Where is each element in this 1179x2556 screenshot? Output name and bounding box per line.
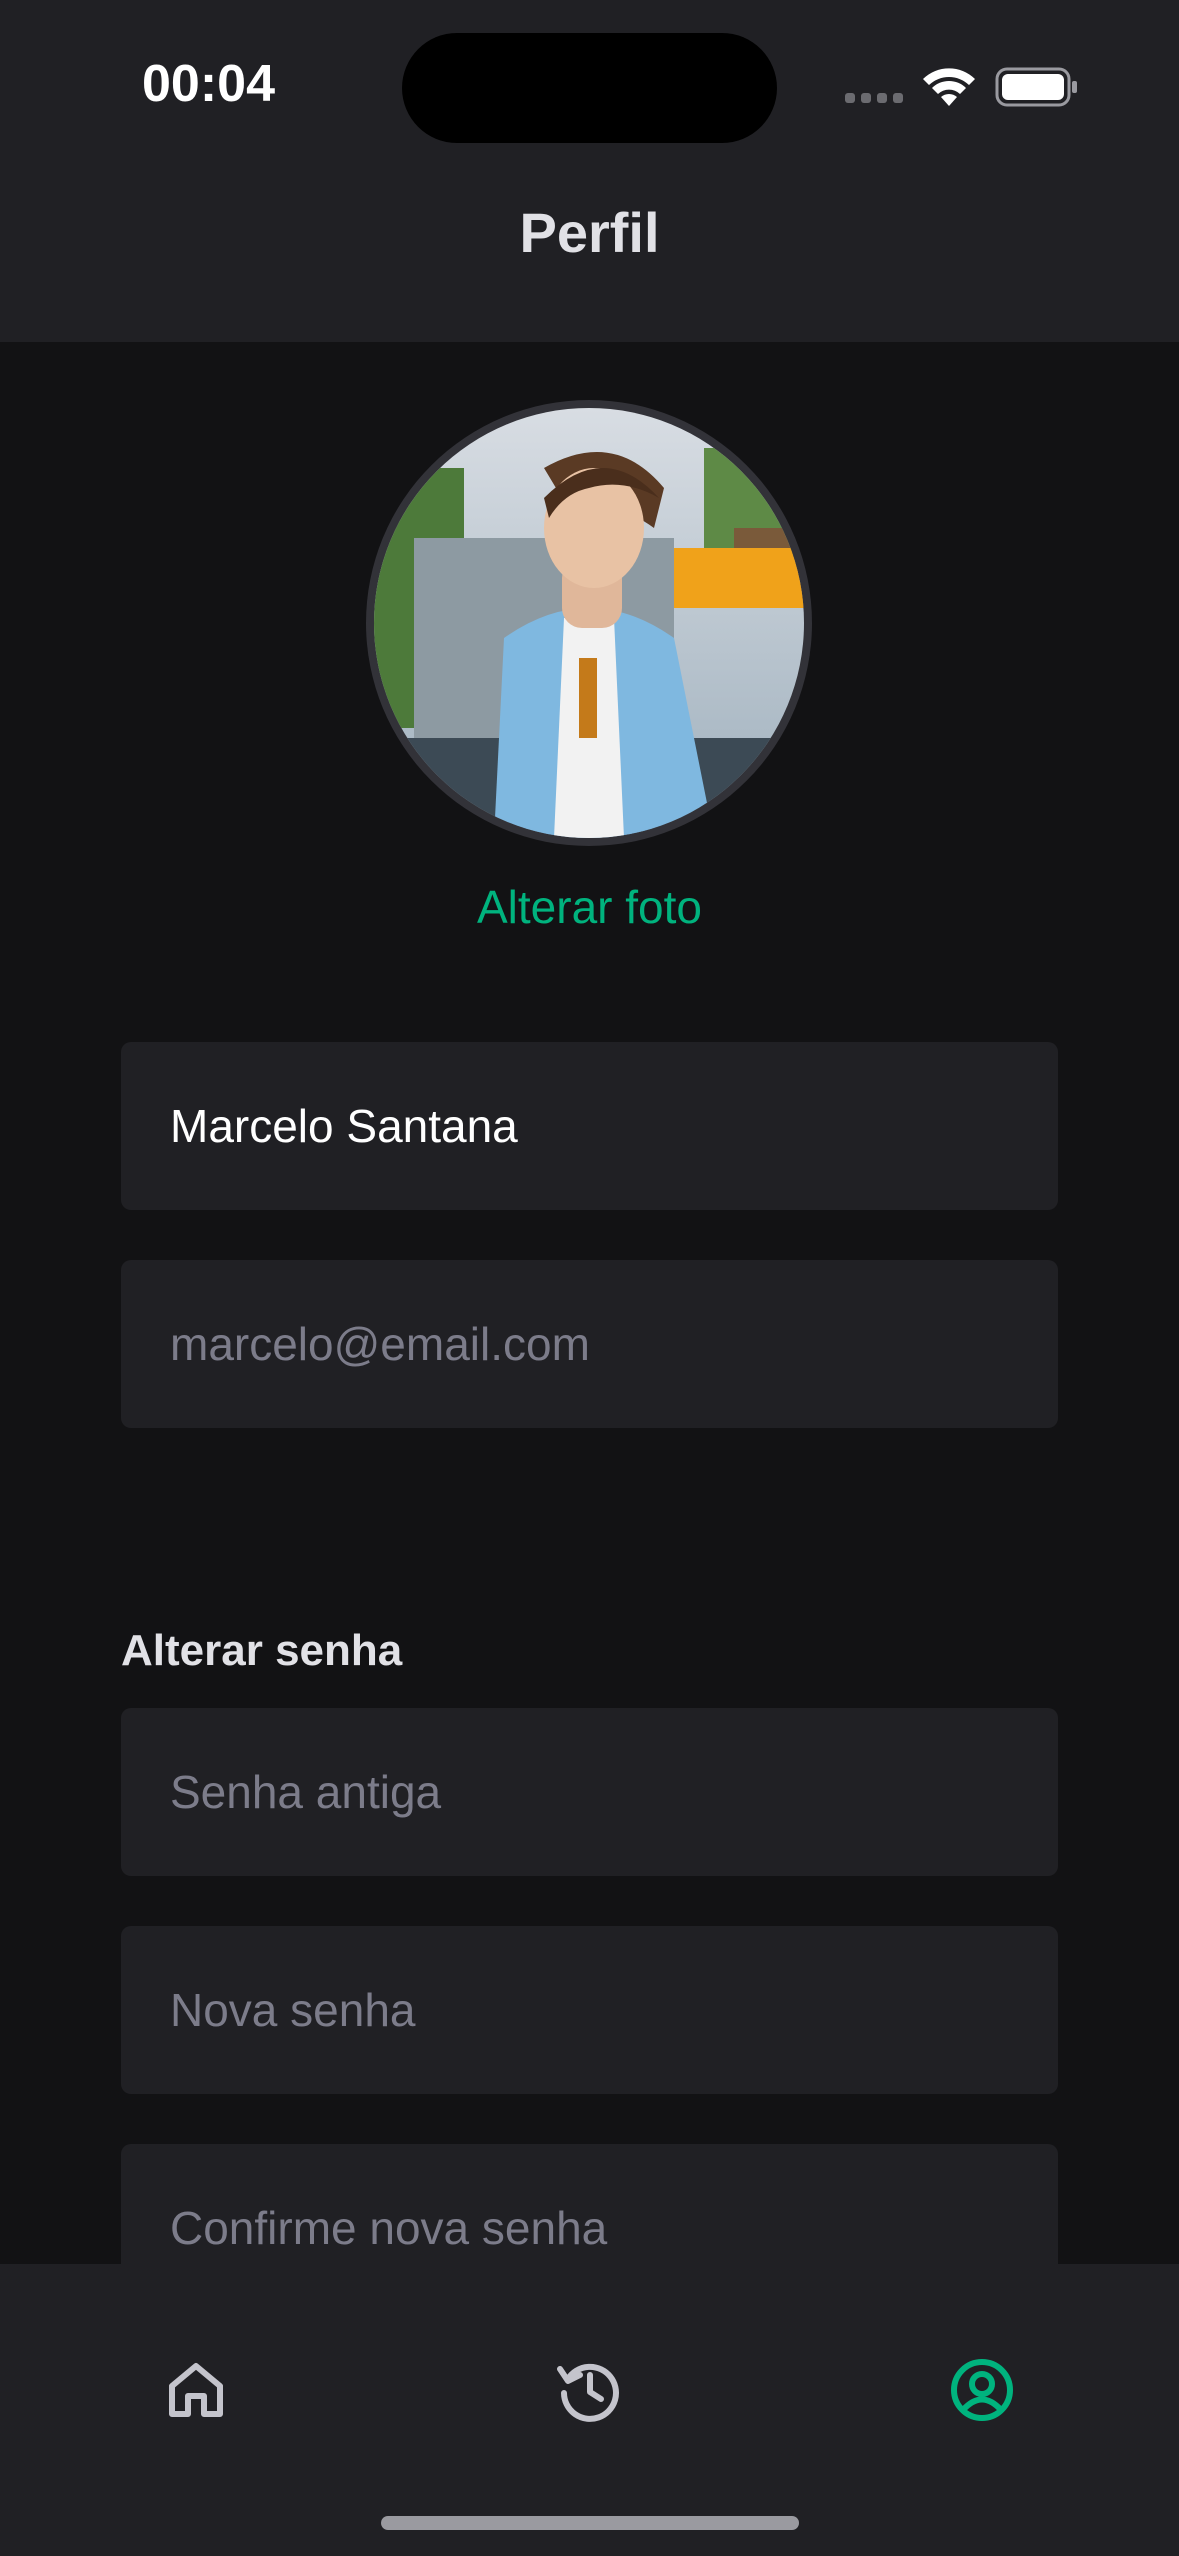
user-circle-icon	[951, 2359, 1013, 2421]
page-title: Perfil	[519, 201, 660, 264]
name-field[interactable]: Marcelo Santana	[121, 1042, 1058, 1210]
tab-history[interactable]	[549, 2350, 629, 2430]
old-password-field[interactable]: Senha antiga	[121, 1708, 1058, 1876]
home-indicator[interactable]	[381, 2516, 799, 2530]
name-field-value: Marcelo Santana	[170, 1100, 518, 1152]
dynamic-island	[402, 33, 777, 143]
status-time: 00:04	[142, 55, 275, 113]
new-password-field[interactable]: Nova senha	[121, 1926, 1058, 2094]
old-password-placeholder: Senha antiga	[170, 1766, 442, 1818]
wifi-icon	[923, 68, 975, 106]
history-icon	[557, 2363, 619, 2422]
email-field[interactable]: marcelo@email.com	[121, 1260, 1058, 1428]
new-password-placeholder: Nova senha	[170, 1984, 416, 2036]
profile-photo	[374, 408, 804, 838]
battery-icon	[995, 67, 1077, 107]
confirm-password-placeholder: Confirme nova senha	[170, 2202, 608, 2254]
tab-profile[interactable]	[942, 2350, 1022, 2430]
home-icon	[169, 2363, 223, 2417]
email-field-placeholder: marcelo@email.com	[170, 1318, 590, 1370]
cellular-signal-icon	[845, 93, 905, 105]
change-photo-button[interactable]: Alterar foto	[0, 880, 1179, 934]
avatar[interactable]	[366, 400, 812, 846]
tab-home[interactable]	[156, 2350, 236, 2430]
change-password-heading: Alterar senha	[121, 1626, 403, 1675]
